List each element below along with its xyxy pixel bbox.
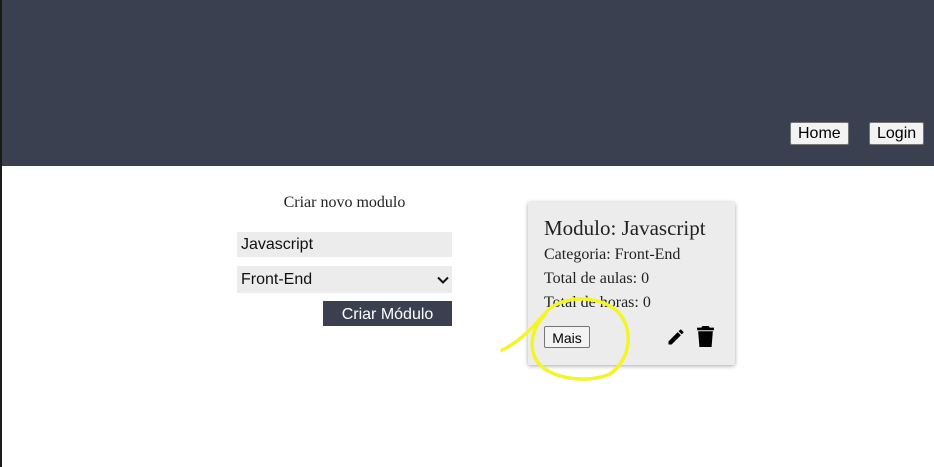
login-button[interactable]: Login bbox=[869, 122, 925, 145]
form-title: Criar novo modulo bbox=[283, 194, 406, 211]
edit-icon[interactable] bbox=[666, 327, 686, 347]
module-total-lessons: Total de aulas: 0 bbox=[544, 270, 650, 287]
module-total-hours: Total de horas: 0 bbox=[544, 294, 651, 311]
create-module-button[interactable]: Criar Módulo bbox=[323, 301, 452, 326]
module-name-input[interactable] bbox=[237, 232, 452, 257]
home-button[interactable]: Home bbox=[790, 122, 849, 145]
category-selected-value: Front-End bbox=[241, 270, 313, 288]
module-card: Modulo: Javascript Categoria: Front-End … bbox=[528, 202, 735, 365]
top-header: Home Login bbox=[2, 0, 934, 166]
delete-icon[interactable] bbox=[697, 326, 714, 347]
module-category: Categoria: Front-End bbox=[544, 246, 681, 263]
category-select[interactable]: Front-End bbox=[237, 266, 452, 293]
module-card-title: Modulo: Javascript bbox=[544, 216, 706, 240]
chevron-down-icon bbox=[437, 276, 449, 284]
more-button[interactable]: Mais bbox=[544, 326, 590, 348]
app-window: Home Login Criar novo modulo Front-End C… bbox=[0, 0, 934, 467]
